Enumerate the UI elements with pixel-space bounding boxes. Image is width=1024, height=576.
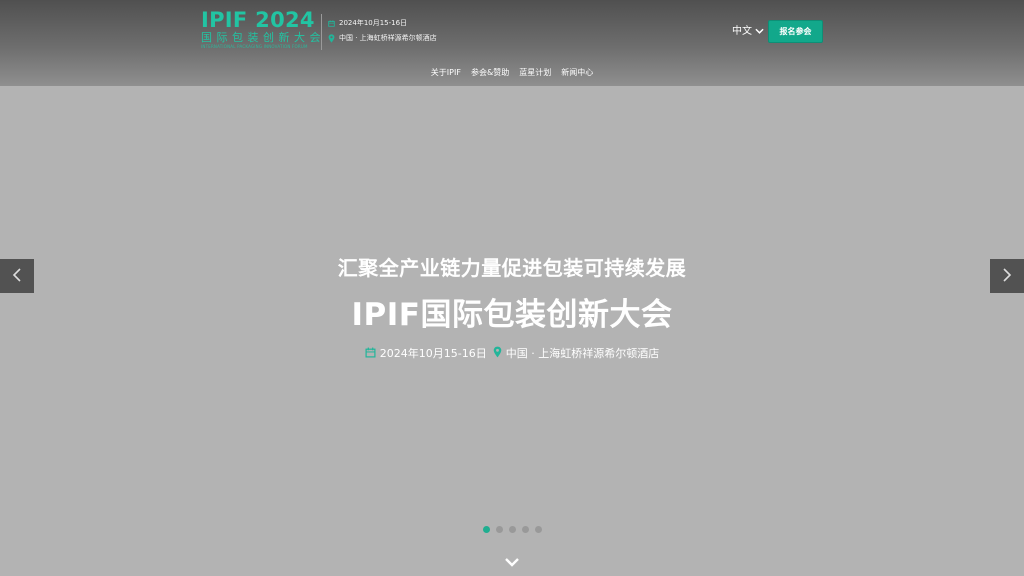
carousel-dot[interactable] — [509, 526, 516, 533]
main-nav: 关于IPIF 参会&赞助 蓝星计划 新闻中心 — [0, 68, 1024, 78]
language-selector[interactable]: 中文 — [732, 26, 764, 38]
chevron-down-icon — [504, 552, 520, 571]
hero-location: 中国 · 上海虹桥祥源希尔顿酒店 — [493, 346, 660, 362]
carousel-dot[interactable] — [522, 526, 529, 533]
chevron-down-icon — [755, 26, 764, 38]
header-location-text: 中国 · 上海虹桥祥源希尔顿酒店 — [339, 34, 437, 42]
scroll-down-button[interactable] — [504, 552, 520, 567]
site-header: IPIF 2024 国际包装创新大会 INTERNATIONAL PACKAGI… — [0, 0, 1024, 86]
hero-location-text: 中国 · 上海虹桥祥源希尔顿酒店 — [505, 347, 660, 360]
map-pin-icon — [328, 34, 335, 43]
register-button[interactable]: 报名参会 — [768, 20, 823, 43]
logo-subtitle-en: INTERNATIONAL PACKAGING INNOVATION FORUM — [201, 44, 308, 49]
map-pin-icon — [493, 346, 502, 362]
nav-item-news[interactable]: 新闻中心 — [561, 68, 593, 78]
logo-divider — [321, 14, 322, 50]
carousel-dot[interactable] — [496, 526, 503, 533]
carousel-dot[interactable] — [535, 526, 542, 533]
nav-item-blue-star[interactable]: 蓝星计划 — [519, 68, 551, 78]
header-location: 中国 · 上海虹桥祥源希尔顿酒店 — [328, 34, 437, 43]
logo-subtitle-cn: 国际包装创新大会 — [201, 31, 325, 44]
calendar-icon — [365, 347, 376, 362]
nav-item-sponsor[interactable]: 参会&赞助 — [471, 68, 509, 78]
site-logo[interactable]: IPIF 2024 国际包装创新大会 INTERNATIONAL PACKAGI… — [201, 8, 325, 49]
hero-info: 2024年10月15-16日 中国 · 上海虹桥祥源希尔顿酒店 — [0, 346, 1024, 362]
header-date: 2024年10月15-16日 — [328, 19, 407, 28]
nav-item-about[interactable]: 关于IPIF — [431, 68, 461, 78]
hero-subtitle: 汇聚全产业链力量促进包装可持续发展 — [337, 256, 687, 280]
language-label: 中文 — [732, 26, 752, 37]
calendar-icon — [328, 20, 335, 27]
carousel-dot[interactable] — [483, 526, 490, 533]
header-date-text: 2024年10月15-16日 — [339, 19, 408, 27]
carousel-pagination — [483, 526, 542, 533]
hero-date: 2024年10月15-16日 — [365, 347, 487, 362]
logo-title: IPIF 2024 — [201, 8, 315, 32]
hero-title: IPIF国际包装创新大会 — [351, 297, 673, 333]
hero-date-text: 2024年10月15-16日 — [379, 347, 487, 360]
